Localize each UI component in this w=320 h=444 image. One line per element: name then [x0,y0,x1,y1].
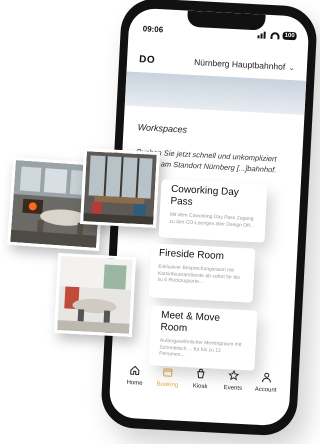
tab-label: Account [254,386,277,394]
tab-label: Home [126,379,143,387]
card-meet-move-room[interactable]: Meet & Move Room Außergewöhnlicher Meeti… [148,305,258,371]
section-title: Workspaces [137,122,188,135]
location-label: Nürnberg Hauptbahnhof [193,57,286,72]
photo-window-lounge [80,148,160,228]
star-icon [228,369,240,381]
app-logo: DO [138,53,156,66]
tab-label: Events [223,385,243,392]
card-description: Außergewöhnlicher Meetingraum mit Schrei… [158,337,242,359]
signal-icon [257,31,267,39]
status-bar: 09:06 100 [142,24,297,48]
card-title: Meet & Move Room [160,309,221,335]
wifi-icon [270,31,280,39]
tab-label: Booking [156,381,179,389]
photo-meeting-room [53,253,137,337]
card-title: Fireside Room [158,247,225,263]
tab-booking[interactable]: Booking [151,365,184,389]
chevron-down-icon: ⌄ [288,62,296,72]
account-icon [261,372,271,383]
tab-events[interactable]: Events [217,369,250,393]
card-fireside-room[interactable]: Fireside Room Exklusiver Besprechungsrau… [148,243,256,303]
booking-icon [163,368,173,377]
tab-account[interactable]: Account [249,370,282,394]
card-title: Coworking Day Pass [170,183,240,208]
tab-label: Kiosk [192,383,208,391]
battery-icon: 100 [282,31,297,41]
tab-home[interactable]: Home [118,364,151,388]
promo-stage: 09:06 100 DO Nürnberg Hauptbahnhof ⌄ Wor… [0,0,319,444]
card-coworking-day-pass[interactable]: Coworking Day Pass Mit dem Coworking Day… [158,179,268,243]
card-description: Exklusiver Besprechungsraum mit Kaminfeu… [157,263,240,286]
location-selector[interactable]: Nürnberg Hauptbahnhof ⌄ [194,57,295,72]
tab-kiosk[interactable]: Kiosk [184,367,217,391]
card-description: Mit dem Coworking Day Pass Zugang zu den… [169,211,255,229]
home-icon [130,365,140,376]
kiosk-icon [197,368,205,379]
status-time: 09:06 [142,24,164,35]
